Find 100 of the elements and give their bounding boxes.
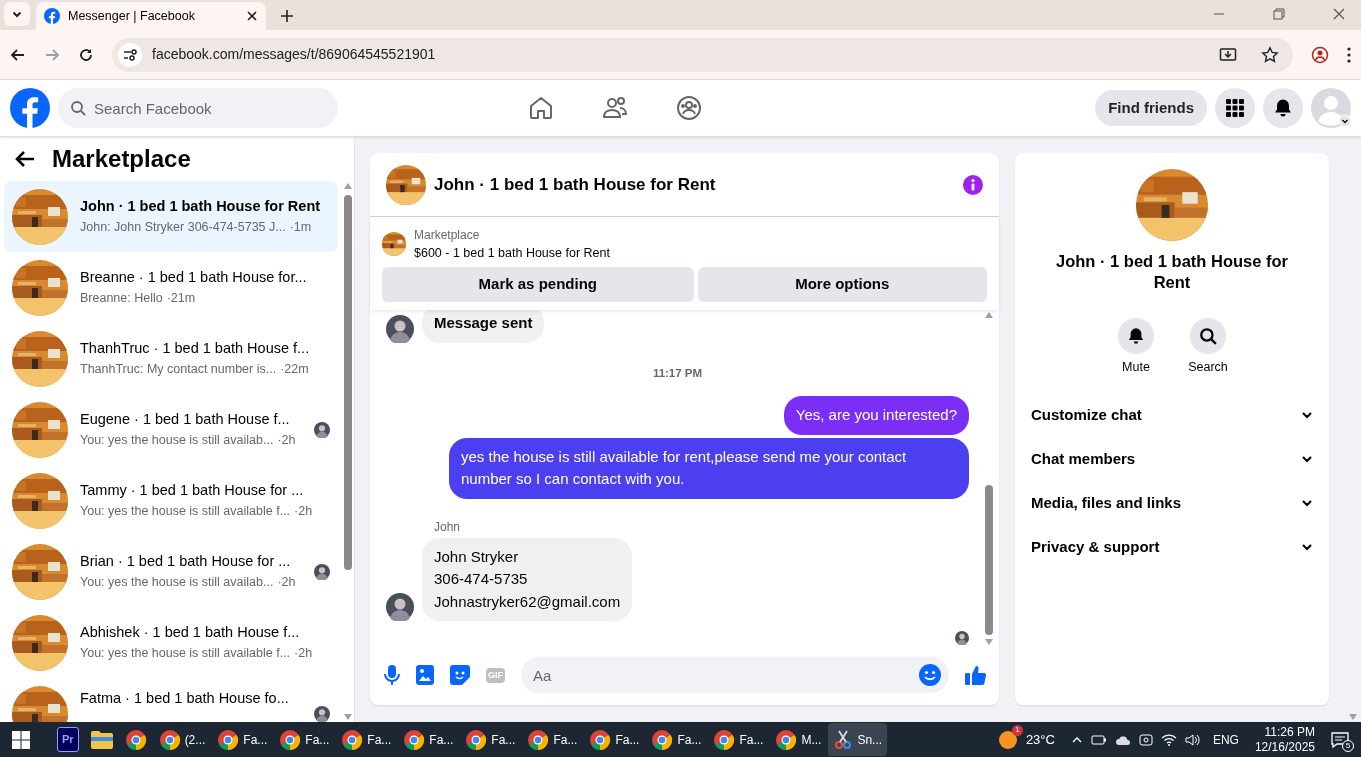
listing-title: $600 - 1 bed 1 bath House for Rent bbox=[414, 245, 610, 262]
scrollbar[interactable] bbox=[342, 181, 354, 722]
tab-list-button[interactable] bbox=[4, 2, 30, 26]
mute-button[interactable] bbox=[1118, 318, 1154, 355]
profile-icon[interactable] bbox=[1311, 45, 1329, 64]
chevron-down-icon bbox=[1301, 497, 1313, 509]
friends-icon[interactable] bbox=[602, 95, 628, 121]
message-field[interactable]: Aa bbox=[521, 657, 949, 693]
wifi-icon[interactable] bbox=[1160, 733, 1177, 746]
browser-icon bbox=[341, 728, 364, 751]
scroll-up-icon[interactable] bbox=[344, 183, 352, 189]
camera-icon[interactable] bbox=[1138, 732, 1153, 747]
taskbar-app-button[interactable]: Fa... bbox=[646, 723, 707, 756]
conversation-item[interactable]: Tammy · 1 bed 1 bath House for ... You: yes the house is still available f... ·2h bbox=[4, 465, 338, 536]
conversation-item[interactable]: Breanne · 1 bed 1 bath House for... Breanne: Hello ·21m bbox=[4, 252, 338, 323]
message-preview: John: John Stryker 306-474-5735 J... bbox=[80, 219, 286, 236]
windows-start-icon[interactable] bbox=[12, 730, 30, 749]
message-preview: ThanhTruc: My contact number is... bbox=[80, 361, 277, 378]
taskbar-app-button[interactable]: Fa... bbox=[212, 723, 273, 756]
mark-pending-button[interactable]: Mark as pending bbox=[382, 266, 694, 302]
browser-icon bbox=[279, 728, 302, 751]
browser-icon bbox=[465, 728, 488, 751]
back-arrow-icon[interactable] bbox=[10, 46, 26, 63]
site-settings-icon[interactable] bbox=[118, 42, 142, 67]
find-friends-button[interactable]: Find friends bbox=[1095, 90, 1207, 126]
conversation-item[interactable]: John · 1 bed 1 bath House for Rent John: John Stryker 306-474-5735 J... ·1m bbox=[4, 181, 338, 252]
message-time: ·21m bbox=[166, 290, 196, 307]
new-tab-icon[interactable] bbox=[280, 9, 294, 23]
message-preview: You: yes the house is still availab... bbox=[80, 432, 274, 449]
action-label: Mute bbox=[1122, 359, 1150, 377]
restore-icon[interactable] bbox=[1273, 8, 1285, 20]
speaker-icon[interactable] bbox=[1184, 732, 1201, 747]
taskbar-app-button[interactable]: M... bbox=[770, 723, 827, 756]
image-icon[interactable] bbox=[416, 665, 434, 685]
conversation-item[interactable]: Eugene · 1 bed 1 bath House f... You: yes the house is still availab... ·2h bbox=[4, 394, 338, 465]
cloud-icon[interactable] bbox=[1114, 733, 1131, 746]
conversation-item[interactable]: ThanhTruc · 1 bed 1 bath House f... ThanhTruc: My contact number is... ·22m bbox=[4, 323, 338, 394]
close-icon[interactable] bbox=[246, 10, 258, 22]
bookmark-star-icon[interactable] bbox=[1261, 45, 1279, 64]
conversation-name: Tammy · 1 bed 1 bath House for ... bbox=[80, 481, 305, 501]
home-icon[interactable] bbox=[528, 95, 554, 121]
message-preview: You: yes the house is still availab... bbox=[80, 574, 274, 591]
message-time: ·22m bbox=[280, 361, 309, 378]
thumbs-up-icon[interactable] bbox=[965, 664, 987, 686]
taskbar-app-button[interactable]: Fa... bbox=[584, 723, 645, 756]
taskbar-app-button[interactable]: Fa... bbox=[398, 723, 459, 756]
clock-date: 12/16/2025 bbox=[1254, 739, 1315, 754]
taskbar-app-button[interactable]: Fa... bbox=[336, 723, 397, 756]
notifications-icon[interactable] bbox=[1331, 731, 1349, 748]
conversation-name: Fatma · 1 bed 1 bath House fo... bbox=[80, 689, 290, 708]
menu-button[interactable] bbox=[1215, 88, 1255, 128]
emoji-icon[interactable] bbox=[919, 664, 941, 686]
conversation-name: ThanhTruc · 1 bed 1 bath House f... bbox=[80, 339, 311, 359]
conversation-item[interactable]: Abhishek · 1 bed 1 bath House f... You: yes the house is still available f... ·2h bbox=[4, 607, 338, 678]
battery-icon[interactable] bbox=[1090, 733, 1107, 746]
groups-icon[interactable] bbox=[676, 95, 702, 121]
conversation-name: Abhishek · 1 bed 1 bath House f... bbox=[80, 623, 301, 643]
message-time: ·2h bbox=[277, 432, 296, 449]
browser-tab[interactable]: Messenger | Facebook bbox=[36, 2, 266, 30]
reload-icon[interactable] bbox=[78, 46, 94, 63]
sticker-icon[interactable] bbox=[450, 665, 470, 685]
scroll-down-icon[interactable] bbox=[985, 639, 993, 645]
scroll-down-icon[interactable] bbox=[344, 714, 352, 720]
message-bubble: John Stryker 306-474-5735 Johnastryker62@gmail.com bbox=[422, 537, 633, 621]
message-time: ·2h bbox=[294, 645, 313, 662]
message-time: ·2h bbox=[294, 503, 313, 520]
browser-icon bbox=[403, 728, 426, 751]
microphone-icon[interactable] bbox=[384, 665, 400, 685]
taskbar-app-button[interactable]: Sn... bbox=[828, 723, 888, 756]
info-icon[interactable] bbox=[963, 174, 983, 195]
scroll-up-icon[interactable] bbox=[985, 311, 993, 318]
section-item[interactable]: Customize chat bbox=[1015, 393, 1329, 437]
install-app-icon[interactable] bbox=[1219, 45, 1237, 64]
message-preview: You: yes the house is still available f... bbox=[80, 645, 291, 662]
taskbar-app-button[interactable]: (2... bbox=[153, 723, 211, 756]
conversation-item[interactable]: Brian · 1 bed 1 bath House for ... You: yes the house is still availab... ·2h bbox=[4, 536, 338, 607]
taskbar-app-button[interactable]: Fa... bbox=[274, 723, 335, 756]
language-indicator[interactable]: ENG bbox=[1212, 730, 1239, 749]
sender-name: John bbox=[434, 518, 462, 536]
facebook-logo[interactable] bbox=[10, 88, 50, 128]
taskbar-app-button[interactable]: Fa... bbox=[522, 723, 583, 756]
section-item[interactable]: Media, files and links bbox=[1015, 481, 1329, 525]
more-options-button[interactable]: More options bbox=[697, 266, 987, 302]
search-button[interactable] bbox=[1190, 318, 1226, 355]
address-bar[interactable]: facebook.com/messages/t/869064545521901 bbox=[112, 37, 1293, 72]
taskbar-app-button[interactable]: Fa... bbox=[460, 723, 521, 756]
url-text: facebook.com/messages/t/869064545521901 bbox=[152, 45, 437, 64]
section-item[interactable]: Privacy & support bbox=[1015, 525, 1329, 569]
notifications-button[interactable] bbox=[1263, 88, 1303, 128]
more-menu-icon[interactable] bbox=[1347, 46, 1351, 63]
seen-avatar bbox=[955, 631, 969, 645]
scissors-icon bbox=[833, 729, 854, 750]
search-icon bbox=[1199, 327, 1217, 346]
browser-icon bbox=[527, 728, 550, 751]
section-label: Customize chat bbox=[1031, 404, 1142, 425]
browser-icon bbox=[124, 728, 147, 751]
notification-badge: 1 bbox=[1011, 724, 1023, 736]
section-item[interactable]: Chat members bbox=[1015, 437, 1329, 481]
search-field[interactable]: Search Facebook bbox=[58, 88, 338, 128]
taskbar-app-button[interactable]: Fa... bbox=[708, 723, 769, 756]
